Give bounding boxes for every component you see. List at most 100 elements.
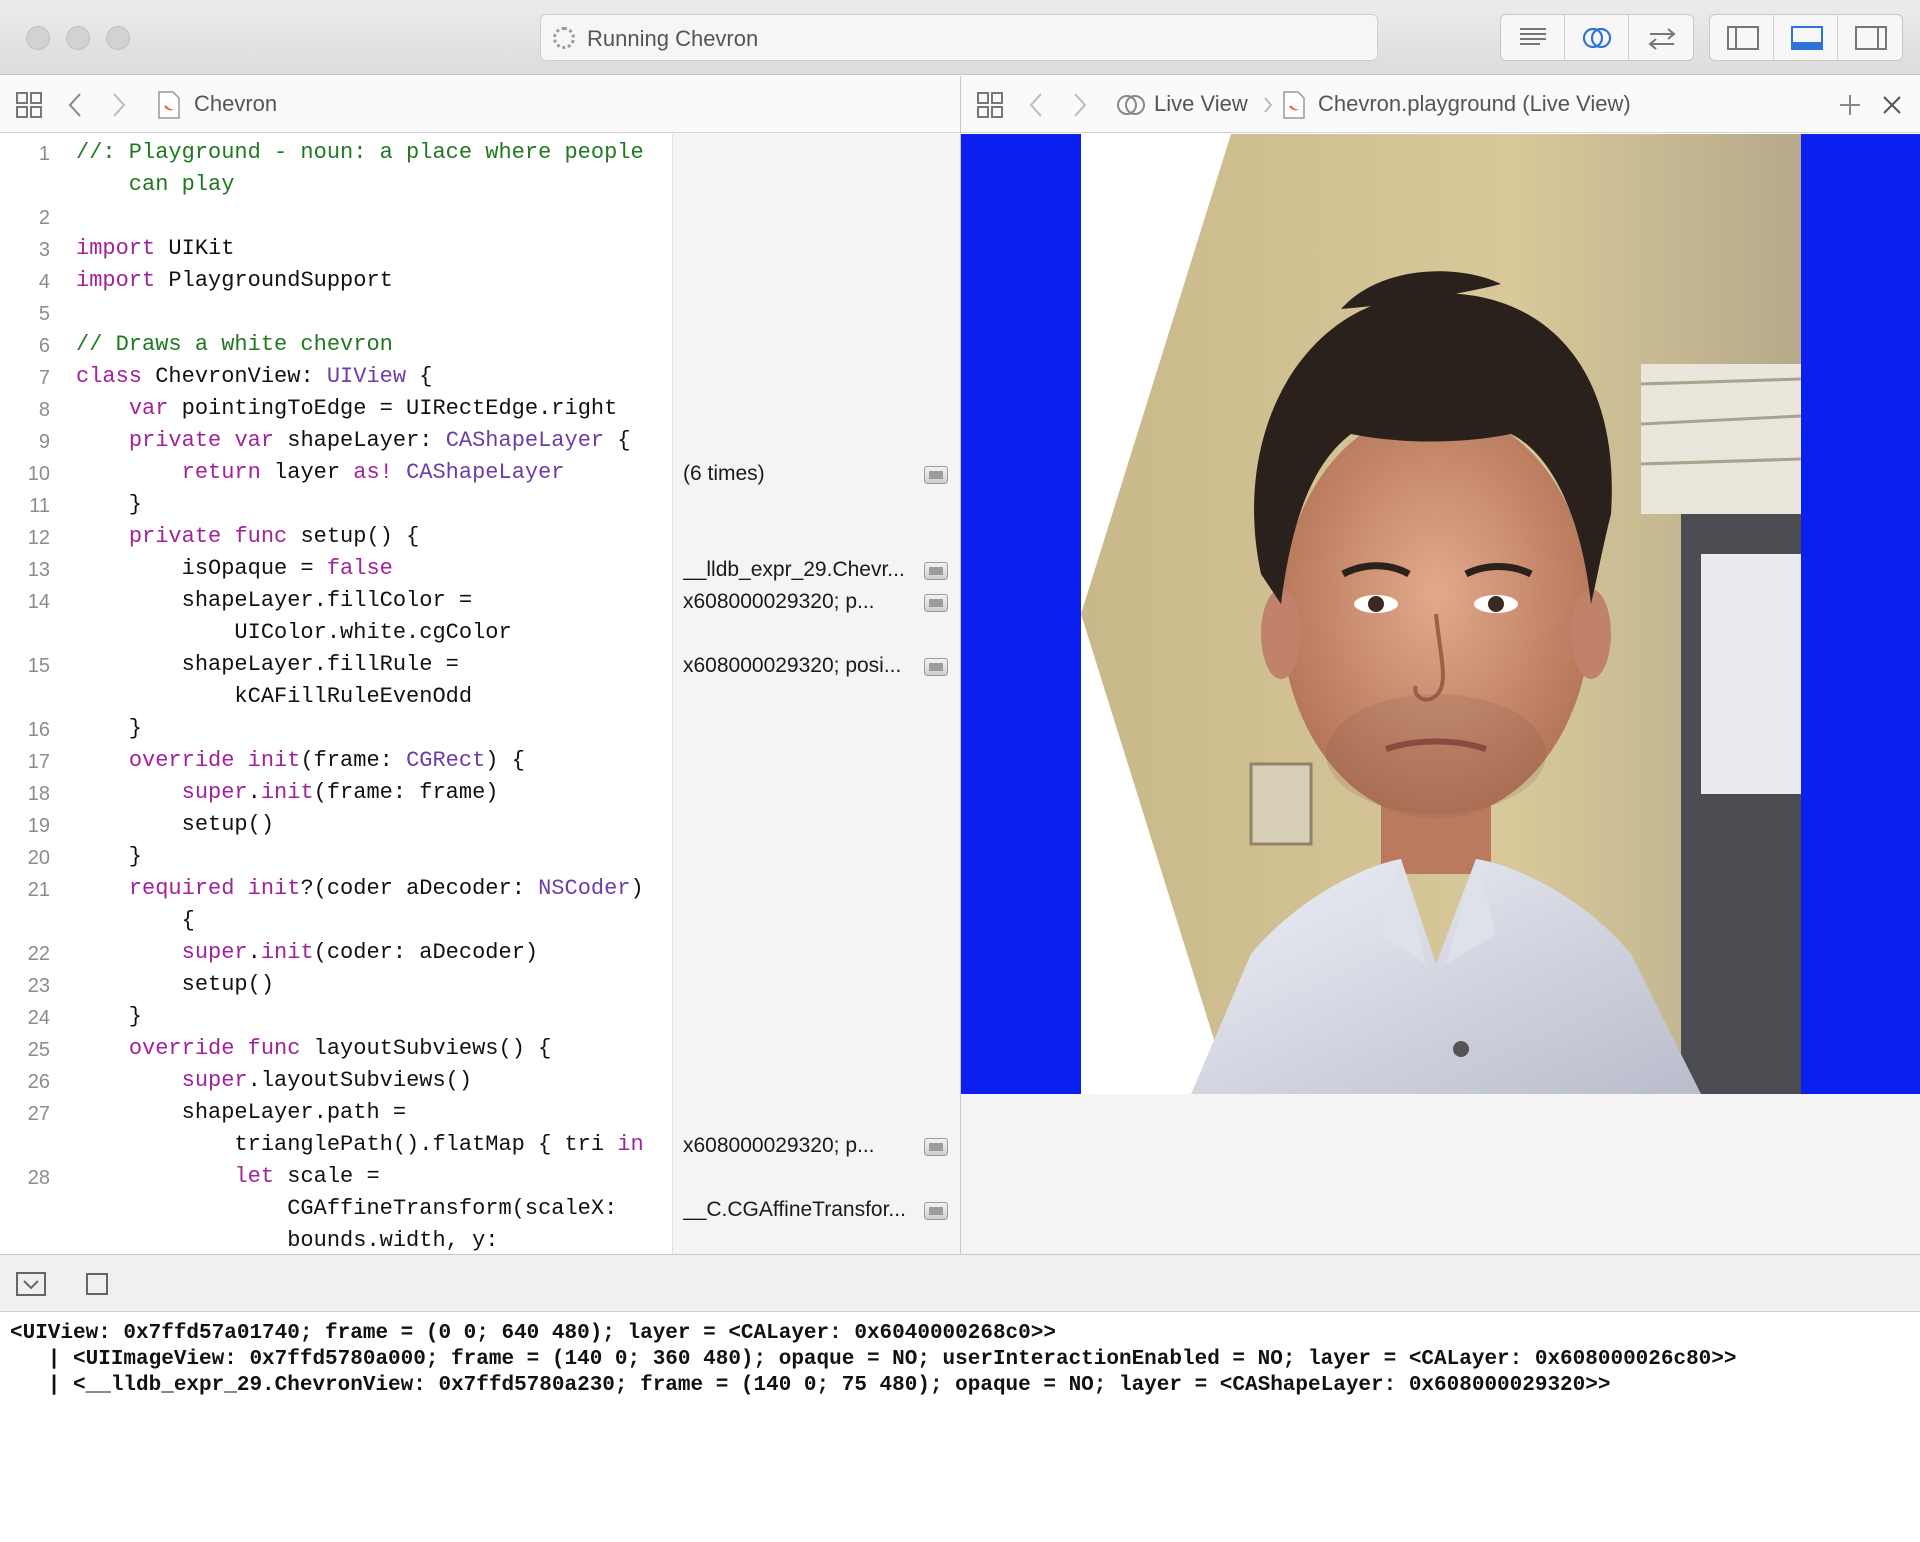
- code-row[interactable]: 20 }: [0, 842, 672, 874]
- code-row[interactable]: 15 shapeLayer.fillRule =: [0, 650, 672, 682]
- code-text: can play: [76, 172, 235, 197]
- code-row[interactable]: trianglePath().flatMap { tri in: [0, 1130, 672, 1162]
- standard-editor-button[interactable]: [1501, 15, 1565, 60]
- editor-breadcrumb-file[interactable]: Chevron: [194, 91, 277, 117]
- editor-mode-segmented-control: [1500, 14, 1694, 61]
- assistant-editor-icon: [1582, 27, 1612, 49]
- quick-look-icon[interactable]: [924, 1202, 948, 1220]
- results-sidebar: [672, 134, 960, 1254]
- chevron-forward-icon[interactable]: [110, 91, 128, 119]
- result-value[interactable]: (6 times): [683, 462, 915, 486]
- traffic-light-zoom-icon[interactable]: [106, 26, 130, 50]
- line-number: 8: [38, 399, 50, 421]
- code-row[interactable]: 2: [0, 202, 672, 234]
- code-row[interactable]: 9 private var shapeLayer: CAShapeLayer {: [0, 426, 672, 458]
- code-row[interactable]: 7 class ChevronView: UIView {: [0, 362, 672, 394]
- code-row[interactable]: 10 return layer as! CAShapeLayer: [0, 458, 672, 490]
- related-items-icon[interactable]: [976, 91, 1004, 119]
- line-number: 2: [38, 207, 50, 229]
- code-row[interactable]: 14 shapeLayer.fillColor =: [0, 586, 672, 618]
- traffic-light-close-icon[interactable]: [26, 26, 50, 50]
- code-text: setup(): [76, 972, 275, 997]
- quick-look-icon[interactable]: [924, 594, 948, 612]
- code-row[interactable]: CGAffineTransform(scaleX:: [0, 1194, 672, 1226]
- result-value[interactable]: x608000029320; posi...: [683, 654, 915, 678]
- close-editor-icon[interactable]: [1881, 94, 1903, 116]
- quick-look-icon[interactable]: [924, 658, 948, 676]
- code-text: setup(): [76, 812, 275, 837]
- code-row[interactable]: 8 var pointingToEdge = UIRectEdge.right: [0, 394, 672, 426]
- line-number: 28: [27, 1167, 50, 1189]
- result-value[interactable]: x608000029320; p...: [683, 1134, 915, 1158]
- code-row[interactable]: 5: [0, 298, 672, 330]
- code-text: override func layoutSubviews() {: [128, 1036, 552, 1061]
- code-row[interactable]: 17 override init(frame: CGRect) {: [0, 746, 672, 778]
- liveview-breadcrumb-file[interactable]: Chevron.playground (Live View): [1318, 91, 1631, 117]
- standard-editor-icon: [1520, 28, 1546, 45]
- traffic-light-minimize-icon[interactable]: [66, 26, 90, 50]
- code-row[interactable]: 3 import UIKit: [0, 234, 672, 266]
- inspector-toggle-button[interactable]: [1838, 15, 1902, 60]
- stop-execution-icon[interactable]: [85, 1272, 109, 1296]
- result-value[interactable]: x608000029320; p...: [683, 590, 915, 614]
- line-number: 26: [27, 1071, 50, 1093]
- code-row[interactable]: 13 isOpaque = false: [0, 554, 672, 586]
- quick-look-icon[interactable]: [924, 1138, 948, 1156]
- code-row[interactable]: 25 override func layoutSubviews() {: [0, 1034, 672, 1066]
- hide-debug-area-icon[interactable]: [16, 1272, 46, 1296]
- code-row[interactable]: 6 // Draws a white chevron: [0, 330, 672, 362]
- activity-status-text: Running Chevron: [587, 26, 759, 51]
- code-text: private func setup() {: [128, 524, 420, 549]
- debug-toggle-button[interactable]: [1774, 15, 1838, 60]
- liveview-breadcrumb-live-view[interactable]: Live View: [1154, 91, 1248, 117]
- debug-console[interactable]: <UIView: 0x7ffd57a01740; frame = (0 0; 6…: [0, 1312, 1920, 1542]
- code-row[interactable]: 26 super.layoutSubviews(): [0, 1066, 672, 1098]
- code-row[interactable]: {: [0, 906, 672, 938]
- console-line: | <__lldb_expr_29.ChevronView: 0x7ffd578…: [10, 1374, 1611, 1397]
- related-items-icon[interactable]: [15, 91, 43, 119]
- code-row[interactable]: 19 setup(): [0, 810, 672, 842]
- assistant-live-view-icon: [1117, 95, 1145, 115]
- code-row[interactable]: 18 super.init(frame: frame): [0, 778, 672, 810]
- code-row[interactable]: bounds.width, y:: [0, 1226, 672, 1254]
- code-row[interactable]: 16 }: [0, 714, 672, 746]
- code-text: }: [76, 844, 143, 869]
- code-row[interactable]: 1 //: Playground - noun: a place where pe…: [0, 138, 672, 170]
- code-text: super.init(coder: aDecoder): [181, 940, 539, 965]
- line-number: 18: [27, 783, 50, 805]
- code-row[interactable]: 23 setup(): [0, 970, 672, 1002]
- code-row[interactable]: UIColor.white.cgColor: [0, 618, 672, 650]
- add-editor-icon[interactable]: [1838, 93, 1862, 117]
- line-number: 3: [38, 239, 50, 261]
- version-editor-button[interactable]: [1629, 15, 1693, 60]
- chevron-back-icon[interactable]: [66, 91, 84, 119]
- quick-look-icon[interactable]: [924, 466, 948, 484]
- result-value[interactable]: __lldb_expr_29.Chevr...: [683, 558, 915, 582]
- code-row[interactable]: 24 }: [0, 1002, 672, 1034]
- code-row[interactable]: 22 super.init(coder: aDecoder): [0, 938, 672, 970]
- line-number: 27: [27, 1103, 50, 1125]
- code-text: shapeLayer.path =: [76, 1100, 407, 1125]
- code-row[interactable]: 28 let scale =: [0, 1162, 672, 1194]
- code-row[interactable]: 27 shapeLayer.path =: [0, 1098, 672, 1130]
- line-number: 10: [27, 463, 50, 485]
- code-text: trianglePath().flatMap { tri in: [76, 1132, 644, 1157]
- line-number: 19: [27, 815, 50, 837]
- code-text: }: [76, 492, 143, 517]
- source-editor[interactable]: 1 //: Playground - noun: a place where pe…: [0, 134, 960, 1254]
- assistant-editor-button[interactable]: [1565, 15, 1629, 60]
- activity-viewer: Running Chevron: [540, 14, 1378, 61]
- code-row[interactable]: 4 import PlaygroundSupport: [0, 266, 672, 298]
- code-row[interactable]: 21 required init?(coder aDecoder: NSCode…: [0, 874, 672, 906]
- quick-look-icon[interactable]: [924, 562, 948, 580]
- code-row[interactable]: 11 }: [0, 490, 672, 522]
- code-text: shapeLayer.fillColor =: [76, 588, 473, 613]
- chevron-forward-icon[interactable]: [1071, 91, 1089, 119]
- chevron-back-icon[interactable]: [1027, 91, 1045, 119]
- line-number: 4: [38, 271, 50, 293]
- code-row[interactable]: can play: [0, 170, 672, 202]
- code-row[interactable]: 12 private func setup() {: [0, 522, 672, 554]
- navigator-toggle-button[interactable]: [1710, 15, 1774, 60]
- code-row[interactable]: kCAFillRuleEvenOdd: [0, 682, 672, 714]
- result-value[interactable]: __C.CGAffineTransfor...: [683, 1198, 915, 1222]
